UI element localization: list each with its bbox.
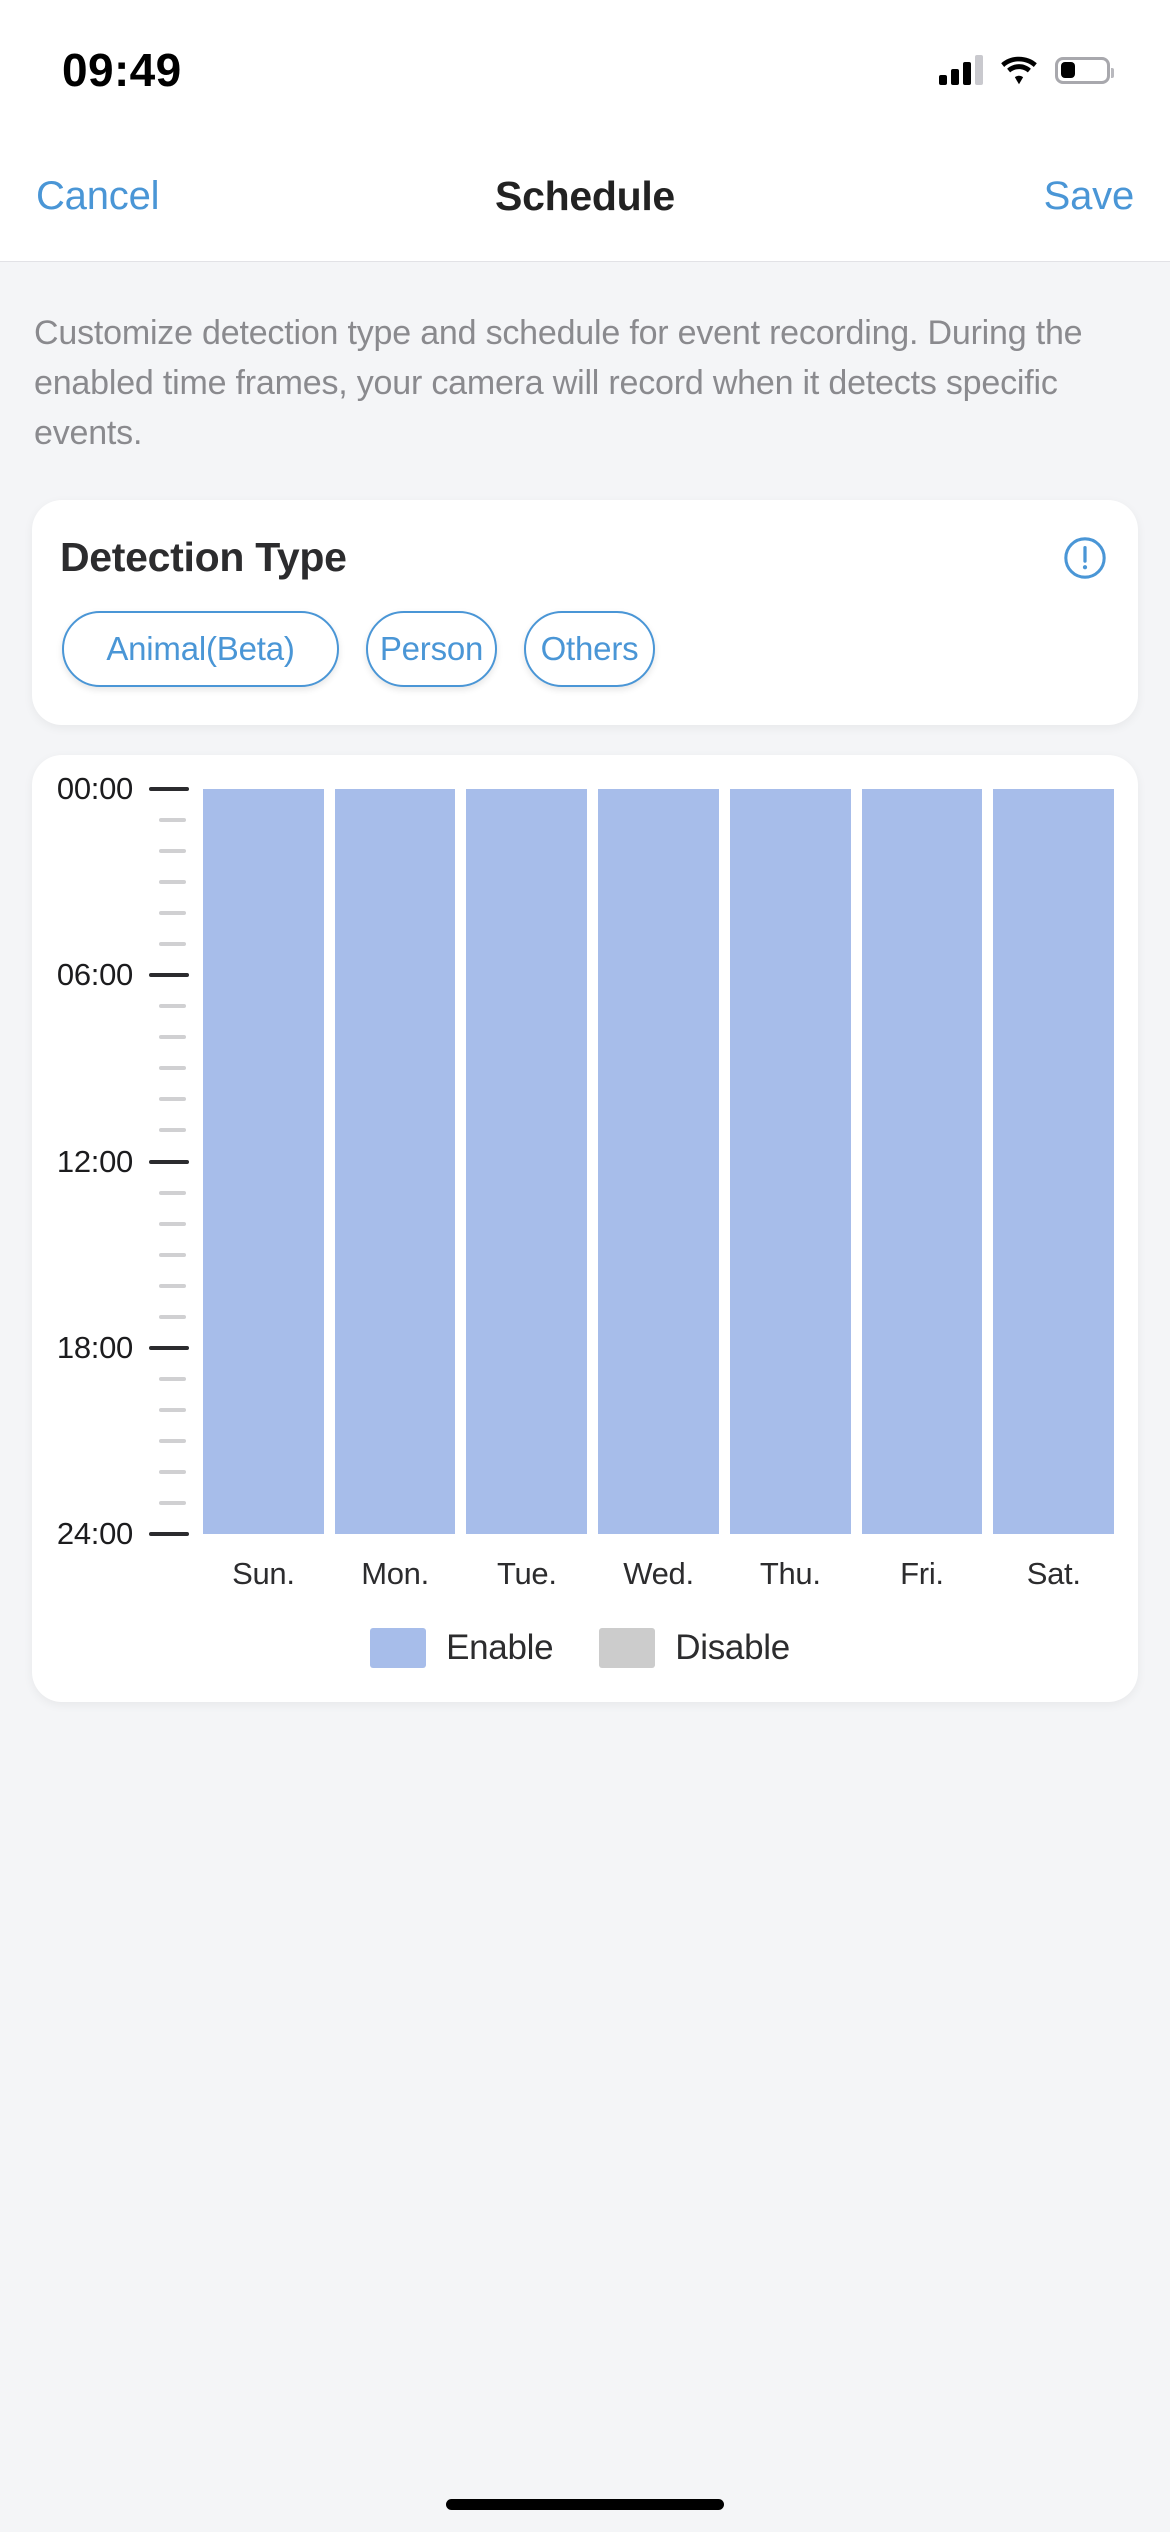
home-indicator bbox=[446, 2499, 724, 2510]
x-axis-label: Mon. bbox=[361, 1556, 429, 1591]
schedule-bar-enabled-segment bbox=[729, 789, 851, 1534]
y-axis-label: 00:00 bbox=[56, 771, 133, 806]
x-axis-label: Tue. bbox=[496, 1556, 557, 1591]
y-axis-major-tick bbox=[149, 787, 189, 791]
navigation-bar: Cancel Schedule Save bbox=[0, 132, 1170, 262]
x-axis-label: Sat. bbox=[1026, 1556, 1081, 1591]
schedule-bar-sat[interactable] bbox=[993, 789, 1115, 1534]
x-axis-spacer bbox=[455, 1556, 466, 1592]
detection-option-animal[interactable]: Animal(Beta) bbox=[62, 611, 339, 687]
y-axis-label: 24:00 bbox=[56, 1516, 133, 1551]
y-axis-minor-tick bbox=[159, 880, 186, 885]
detection-type-header: Detection Type bbox=[32, 534, 1138, 581]
info-exclamation-circle-icon[interactable] bbox=[1062, 535, 1108, 581]
y-axis-minor-tick bbox=[159, 1376, 186, 1381]
x-axis-label: Thu. bbox=[759, 1556, 821, 1591]
chart-x-axis: Sun. Mon. Tue. Wed. Thu. Fri. Sat. bbox=[56, 1556, 1114, 1592]
wifi-icon bbox=[1001, 56, 1037, 84]
schedule-bar-fri[interactable] bbox=[861, 789, 983, 1534]
x-axis-spacer bbox=[587, 1556, 598, 1592]
page-title: Schedule bbox=[495, 173, 675, 219]
y-axis-minor-tick bbox=[159, 1035, 186, 1040]
y-axis-label: 12:00 bbox=[56, 1143, 133, 1179]
detection-type-options: Animal(Beta) Person Others bbox=[32, 581, 1138, 687]
y-axis-minor-tick bbox=[159, 1469, 186, 1474]
schedule-bar-enabled-segment bbox=[466, 789, 588, 1534]
schedule-bar-enabled-segment bbox=[203, 789, 324, 1534]
save-button[interactable]: Save bbox=[1044, 174, 1135, 219]
y-axis-minor-tick bbox=[159, 1314, 186, 1319]
y-axis-minor-tick bbox=[159, 1004, 186, 1009]
legend-label-disable: Disable bbox=[675, 1628, 790, 1667]
chart-plot-area bbox=[189, 789, 1115, 1534]
y-axis-label: 06:00 bbox=[56, 957, 133, 993]
cellular-signal-icon bbox=[939, 55, 983, 85]
y-axis-minor-tick bbox=[159, 1097, 186, 1102]
status-time: 09:49 bbox=[62, 44, 182, 96]
legend-swatch-enable bbox=[370, 1628, 427, 1668]
detection-type-card: Detection Type Animal(Beta) Person Other… bbox=[32, 500, 1138, 725]
x-axis-spacer bbox=[324, 1556, 335, 1592]
chart-y-axis: 00:00 06:00 12:00 18:00 24:00 bbox=[56, 771, 189, 1551]
y-axis-minor-tick bbox=[159, 818, 186, 823]
schedule-bar-enabled-segment bbox=[598, 789, 719, 1534]
y-axis-major-tick bbox=[149, 973, 189, 978]
y-axis-minor-tick bbox=[159, 911, 186, 916]
y-axis-major-tick bbox=[149, 1345, 189, 1350]
y-axis-minor-tick bbox=[159, 1252, 186, 1257]
battery-icon bbox=[1055, 56, 1114, 84]
schedule-bar-enabled-segment bbox=[334, 789, 456, 1534]
y-axis-minor-tick bbox=[159, 1500, 186, 1505]
y-axis-minor-tick bbox=[159, 1407, 186, 1412]
y-axis-minor-tick bbox=[159, 1190, 186, 1195]
legend-swatch-disable bbox=[599, 1628, 656, 1668]
schedule-bar-thu[interactable] bbox=[729, 789, 851, 1534]
schedule-bar-enabled-segment bbox=[861, 789, 983, 1534]
y-axis-major-tick bbox=[149, 1159, 189, 1164]
status-icons bbox=[939, 55, 1114, 85]
detection-option-person[interactable]: Person bbox=[366, 611, 497, 687]
y-axis-minor-tick bbox=[159, 849, 186, 854]
chart-legend: Enable Disable bbox=[56, 1628, 1114, 1668]
y-axis-minor-tick bbox=[159, 1283, 186, 1288]
page-description: Customize detection type and schedule fo… bbox=[34, 314, 1083, 452]
schedule-bar-wed[interactable] bbox=[598, 789, 719, 1534]
x-axis-spacer bbox=[719, 1556, 730, 1592]
detection-option-others[interactable]: Others bbox=[524, 611, 655, 687]
x-axis-spacer bbox=[982, 1556, 993, 1592]
x-axis-spacer bbox=[851, 1556, 862, 1592]
y-axis-label: 18:00 bbox=[56, 1329, 133, 1365]
y-axis-minor-tick bbox=[159, 1128, 186, 1133]
x-axis-label: Fri. bbox=[900, 1556, 944, 1591]
legend-item-enable: Enable bbox=[370, 1628, 554, 1668]
status-bar: 09:49 bbox=[0, 0, 1170, 132]
schedule-bar-sun[interactable] bbox=[203, 789, 324, 1534]
y-axis-major-tick bbox=[149, 1532, 189, 1536]
y-axis-minor-tick bbox=[159, 1438, 186, 1443]
x-axis-label: Sun. bbox=[232, 1556, 295, 1591]
schedule-chart-card: 00:00 06:00 12:00 18:00 24:00 Sun. Mon. Tue. We… bbox=[32, 755, 1138, 1702]
detection-type-title: Detection Type bbox=[60, 534, 347, 580]
y-axis-minor-tick bbox=[159, 1066, 186, 1071]
y-axis-minor-tick bbox=[159, 1221, 186, 1226]
schedule-chart: 00:00 06:00 12:00 18:00 24:00 bbox=[56, 771, 1115, 1551]
x-axis-label: Wed. bbox=[623, 1556, 694, 1591]
schedule-bar-mon[interactable] bbox=[334, 789, 456, 1534]
legend-label-enable: Enable bbox=[446, 1628, 554, 1667]
cancel-button[interactable]: Cancel bbox=[36, 174, 160, 219]
schedule-bar-enabled-segment bbox=[993, 789, 1115, 1534]
legend-item-disable: Disable bbox=[599, 1628, 790, 1668]
y-axis-minor-tick bbox=[159, 942, 186, 947]
schedule-bar-tue[interactable] bbox=[466, 789, 588, 1534]
